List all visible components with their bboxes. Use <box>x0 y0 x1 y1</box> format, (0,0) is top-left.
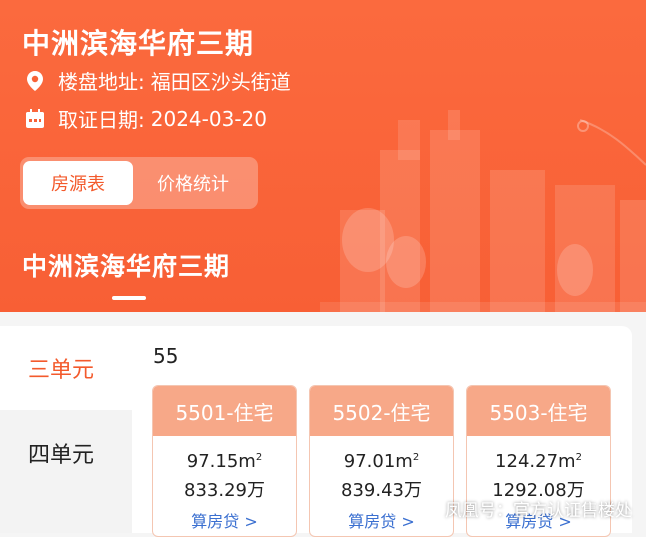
card-area: 124.27m2 <box>495 451 582 472</box>
date-row: 取证日期: 2024-03-20 <box>24 104 267 133</box>
city-skyline-illustration <box>320 110 646 312</box>
mortgage-calc-link[interactable]: 算房贷 > <box>153 508 296 532</box>
address-row: 楼盘地址: 福田区沙头街道 <box>24 66 291 95</box>
calendar-icon <box>24 108 46 130</box>
watermark: 凤凰号：官方认证售楼处 <box>445 501 632 521</box>
card-title: 5502-住宅 <box>310 386 453 436</box>
card-price: 839.43万 <box>341 480 422 501</box>
card-area: 97.01m2 <box>343 451 420 472</box>
tab-listings[interactable]: 房源表 <box>23 161 133 205</box>
tab-price-stats[interactable]: 价格统计 <box>133 161 253 205</box>
unit-sidebar: 三单元 四单元 <box>0 326 132 533</box>
view-tabs: 房源表 价格统计 <box>20 157 258 209</box>
unit-tab-3[interactable]: 三单元 <box>0 326 132 410</box>
location-pin-icon <box>24 70 46 92</box>
card-title: 5503-住宅 <box>467 386 610 436</box>
sidebar-filler <box>0 496 132 533</box>
unit-card-5502[interactable]: 5502-住宅 97.01m2 839.43万 算房贷 > <box>309 385 454 537</box>
section-title: 中洲滨海华府三期 <box>22 252 231 281</box>
page-title: 中洲滨海华府三期 <box>22 27 255 60</box>
card-price: 833.29万 <box>184 480 265 501</box>
section-title-underline <box>112 296 146 300</box>
address-value: 福田区沙头街道 <box>150 70 291 94</box>
date-label: 取证日期: <box>58 108 145 132</box>
card-title: 5501-住宅 <box>153 386 296 436</box>
card-area: 97.15m2 <box>186 451 263 472</box>
date-value: 2024-03-20 <box>150 106 267 131</box>
address-label: 楼盘地址: <box>58 70 145 94</box>
unit-tab-4[interactable]: 四单元 <box>0 410 132 496</box>
floor-label: 55 <box>153 344 179 368</box>
header-banner: 中洲滨海华府三期 楼盘地址: 福田区沙头街道 取证日期: 2024-03-20 … <box>0 0 646 312</box>
mortgage-calc-link[interactable]: 算房贷 > <box>310 508 453 532</box>
unit-card-5501[interactable]: 5501-住宅 97.15m2 833.29万 算房贷 > <box>152 385 297 537</box>
